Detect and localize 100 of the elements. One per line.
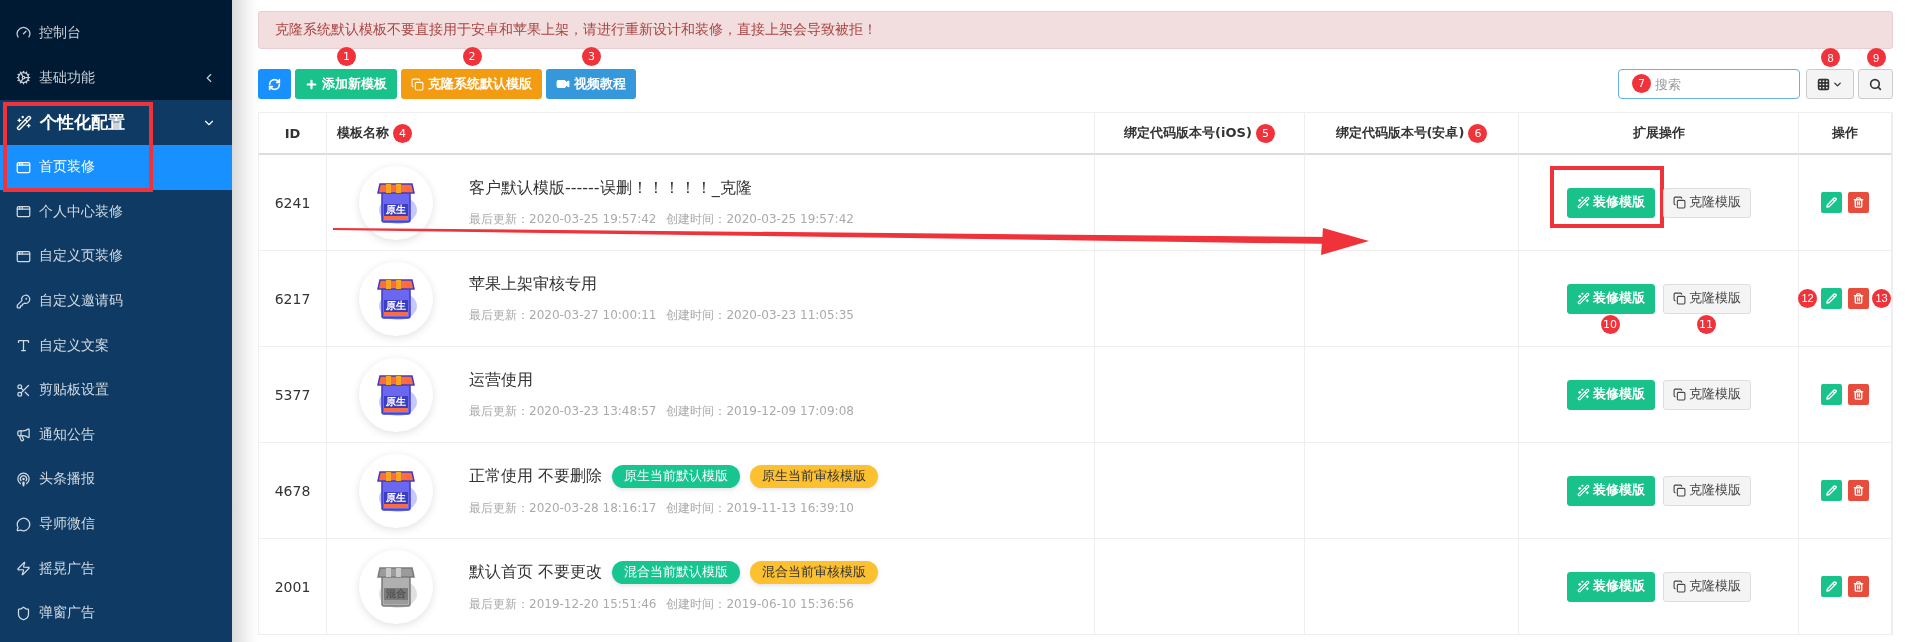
column-header: 绑定代码版本号(安卓) 6 [1305,113,1519,155]
updated-time: 最后更新：2020-03-23 13:48:57 [469,402,657,420]
edit-button[interactable] [1821,384,1842,405]
annotation-marker: 4 [393,123,412,143]
column-header: 模板名称 4 [327,113,1095,155]
status-tag: 混合当前默认模版 [612,560,741,584]
template-title: 苹果上架审核专用 [469,273,597,295]
edit-button[interactable] [1821,576,1842,597]
annotation-marker: 12 [1798,288,1817,308]
annotation-marker: 2 [462,47,482,66]
annotation-marker: 9 [1866,48,1886,67]
chat-icon [16,516,31,532]
annotation-marker: 5 [1255,123,1275,143]
updated-time: 最后更新：2020-03-25 19:57:42 [469,210,657,228]
copy-icon [1672,580,1686,593]
trash-icon [1853,581,1864,592]
id-text: 6241 [274,194,311,211]
trash-icon [1853,389,1864,400]
column-header: ID [259,113,327,155]
copy-icon [1672,484,1686,497]
sidebar-item[interactable]: 控制台 [0,10,232,55]
annotation-marker: 13 [1872,288,1891,308]
sidebar-item[interactable]: 基础功能 [0,55,232,100]
clone-button[interactable]: 克隆模版 [1662,379,1751,410]
sidebar-item[interactable]: 摇晃广告 [0,546,232,591]
sidebar-group[interactable]: 个性化配置 [0,100,232,145]
id-text: 2001 [274,578,311,595]
pencil-icon [1826,581,1837,592]
gears-icon [16,70,31,85]
updated-time: 最后更新：2020-03-27 10:00:11 [469,306,657,324]
sidebar-item[interactable]: 导师微信 [0,501,232,547]
plus-icon [305,77,318,91]
annotation-marker: 1 [337,47,356,66]
annotation-marker: 8 [1821,48,1840,67]
delete-button[interactable] [1848,192,1869,213]
sidebar-item[interactable]: 个人中心装修 [0,189,232,235]
copy-icon [411,77,424,91]
broadcast-icon [16,471,31,487]
column-header: 绑定代码版本号(iOS) 5 [1095,113,1305,155]
edit-button[interactable] [1821,192,1842,213]
created-time: 创建时间：2020-03-25 19:57:42 [666,210,854,228]
wand-icon [1576,196,1590,209]
sidebar-item[interactable]: 自定义页装修 [0,234,232,279]
search-icon [1869,77,1882,91]
wand-icon [16,114,32,131]
delete-button[interactable] [1848,384,1869,405]
copy-icon [1672,292,1686,305]
wand-icon [1576,388,1590,401]
trash-icon [1853,197,1864,208]
created-time: 创建时间：2019-11-13 16:39:10 [666,499,854,517]
annotation-marker: 3 [582,47,601,66]
updated-time: 最后更新：2020-03-28 18:16:17 [469,499,657,517]
sidebar-item[interactable]: 弹窗广告 [0,590,232,636]
sidebar-item[interactable]: 通知公告 [0,412,232,458]
clone-button[interactable]: 克隆模版 [1662,187,1751,218]
sidebar-item[interactable]: 剪贴板设置 [0,367,232,413]
clone-button[interactable]: 克隆模版 [1662,475,1751,506]
column-header: 扩展操作 [1519,113,1799,155]
video-camera-icon [556,77,570,91]
wand-icon [1576,484,1590,497]
scissors-icon [16,382,31,398]
sidebar-item[interactable]: 自定义邀请码 [0,278,232,324]
template-title: 客户默认模版------误删！！！！！_克隆 [469,177,752,199]
annotation-marker: 11 [1696,314,1716,334]
template-title: 正常使用 不要删除 [469,465,603,487]
sidebar-item[interactable]: 自定义文案 [0,323,232,368]
id-text: 6217 [274,290,311,307]
wand-icon [1576,580,1590,593]
clone-button[interactable]: 克隆模版 [1662,571,1751,602]
lightning-icon [16,561,31,577]
letter-icon [16,338,31,354]
created-time: 创建时间：2019-06-10 15:36:56 [666,595,854,613]
status-tag: 原生当前默认模版 [612,464,741,488]
key-icon [16,293,31,309]
warning-alert: 克隆系统默认模板不要直接用于安卓和苹果上架，请进行重新设计和装修，直接上架会导致被拒！ [258,11,1893,49]
delete-button[interactable] [1848,480,1869,501]
annotation-marker: 6 [1468,123,1488,143]
wand-icon [1576,292,1590,305]
copy-icon [1672,388,1686,401]
status-tag: 原生当前审核模版 [750,464,879,488]
updated-time: 最后更新：2019-12-20 15:51:46 [469,595,657,613]
pencil-icon [1826,389,1837,400]
window-icon [16,159,31,175]
refresh-icon [268,77,281,91]
created-time: 创建时间：2020-03-23 11:05:35 [666,306,854,324]
trash-icon [1853,293,1864,304]
sidebar-item[interactable]: 头条播报 [0,457,232,502]
column-header: 操作 [1799,113,1892,155]
template-title: 运营使用 [469,369,533,391]
id-text: 4678 [274,482,311,499]
delete-button[interactable] [1848,576,1869,597]
shield-icon [16,605,31,621]
pencil-icon [1826,485,1837,496]
refresh-button[interactable] [258,69,291,99]
template-title: 默认首页 不要更改 [469,561,603,583]
pencil-icon [1826,197,1837,208]
grid-icon [1817,77,1830,91]
window-icon [16,249,31,264]
megaphone-icon [16,427,31,443]
edit-button[interactable] [1821,480,1842,501]
